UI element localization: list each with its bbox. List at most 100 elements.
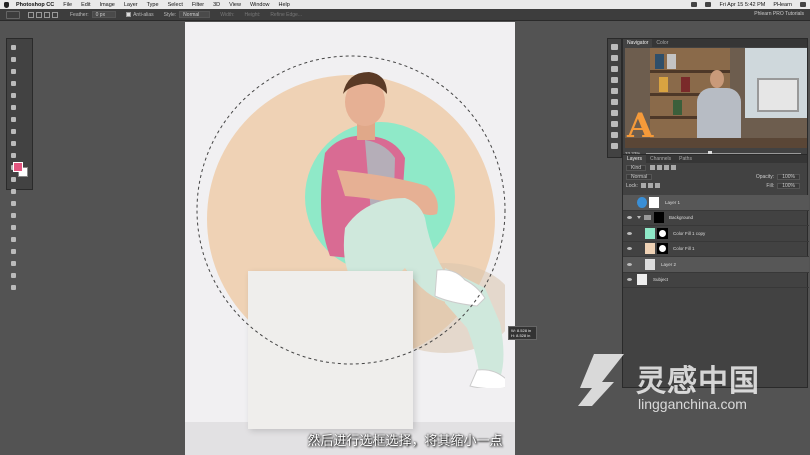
- blend-mode-select[interactable]: Normal: [626, 173, 653, 180]
- dodge-tool-icon[interactable]: [9, 200, 18, 208]
- spotlight-icon[interactable]: [800, 2, 806, 7]
- menu-bar: Photoshop CC File Edit Image Layer Type …: [0, 0, 810, 9]
- history-brush-tool-icon[interactable]: [9, 152, 18, 160]
- layer-visibility-eye-icon[interactable]: [627, 201, 632, 204]
- brush-tool-icon[interactable]: [9, 128, 18, 136]
- marquee-tool-preset-icon[interactable]: [6, 10, 20, 19]
- navigator-preview-webcam[interactable]: A: [625, 48, 807, 148]
- refine-edge-button[interactable]: Refine Edge...: [270, 12, 302, 18]
- move-tool-icon[interactable]: [9, 44, 18, 52]
- layer-row-color-fill-1-copy[interactable]: Color Fill 1 copy: [623, 226, 809, 242]
- filter-pixel-icon[interactable]: [650, 165, 656, 170]
- layer-row-color-fill-1[interactable]: Color Fill 1: [623, 242, 809, 257]
- paragraph-panel-icon[interactable]: [611, 110, 618, 116]
- layer-visibility-eye-icon[interactable]: [627, 247, 632, 251]
- blur-tool-icon[interactable]: [9, 188, 18, 196]
- filter-shape-icon[interactable]: [671, 165, 677, 170]
- marquee-tool-icon[interactable]: [9, 56, 18, 64]
- menu-app-name[interactable]: Photoshop CC: [16, 2, 54, 8]
- layer-row-subject[interactable]: Subject: [623, 273, 809, 288]
- pen-tool-icon[interactable]: [9, 212, 18, 220]
- tab-color[interactable]: Color: [652, 40, 672, 46]
- gradient-tool-icon[interactable]: [9, 176, 18, 184]
- workspace-name[interactable]: Phlearn PRO Tutorials: [754, 11, 804, 17]
- actions-panel-icon[interactable]: [611, 55, 618, 61]
- foreground-color-swatch[interactable]: [13, 162, 23, 172]
- crop-tool-icon[interactable]: [9, 92, 18, 100]
- adjustments-panel-icon[interactable]: [611, 77, 618, 83]
- healing-tool-icon[interactable]: [9, 116, 18, 124]
- menu-edit[interactable]: Edit: [81, 2, 90, 8]
- shape-tool-icon[interactable]: [9, 248, 18, 256]
- layer-filter-kind[interactable]: Kind: [626, 164, 647, 171]
- group-disclosure-icon[interactable]: [637, 216, 641, 220]
- lasso-tool-icon[interactable]: [9, 68, 18, 76]
- transform-size-readout: W: 8.528 in H: 8.528 in: [508, 326, 537, 340]
- layer-row-layer-1[interactable]: Layer 1: [623, 195, 809, 211]
- style-select[interactable]: Normal: [179, 11, 211, 18]
- styles-panel-icon[interactable]: [611, 121, 618, 127]
- clone-stamp-tool-icon[interactable]: [9, 140, 18, 148]
- menu-3d[interactable]: 3D: [213, 2, 220, 8]
- quick-select-tool-icon[interactable]: [9, 80, 18, 88]
- menu-view[interactable]: View: [229, 2, 241, 8]
- filter-type-icon[interactable]: [664, 165, 670, 170]
- fill-input[interactable]: 100%: [777, 182, 800, 189]
- layer-visibility-eye-icon[interactable]: [627, 262, 632, 266]
- layer-visibility-eye-icon[interactable]: [627, 278, 632, 282]
- filter-adjustment-icon[interactable]: [657, 165, 663, 170]
- type-tool-icon[interactable]: [9, 224, 18, 232]
- menu-file[interactable]: File: [63, 2, 72, 8]
- layer-mask-thumbnail: [657, 227, 668, 239]
- lock-all-icon[interactable]: [654, 183, 660, 188]
- layer-name: Color Fill 1 copy: [673, 230, 706, 236]
- menu-window[interactable]: Window: [250, 2, 270, 8]
- menu-image[interactable]: Image: [100, 2, 115, 8]
- lock-position-icon[interactable]: [647, 183, 653, 188]
- battery-icon[interactable]: [705, 2, 712, 7]
- tab-channels[interactable]: Channels: [646, 156, 675, 162]
- menu-type[interactable]: Type: [147, 2, 159, 8]
- layer-row-background-group[interactable]: Background: [623, 211, 809, 226]
- menu-select[interactable]: Select: [168, 2, 183, 8]
- subtract-selection-icon[interactable]: [44, 11, 50, 18]
- intersect-selection-icon[interactable]: [52, 11, 58, 18]
- apple-icon[interactable]: [4, 1, 9, 8]
- tab-navigator[interactable]: Navigator: [623, 39, 653, 47]
- more-tools-icon[interactable]: [9, 284, 18, 292]
- path-select-tool-icon[interactable]: [9, 236, 18, 244]
- document-canvas[interactable]: [185, 22, 515, 455]
- menu-user[interactable]: PHearn: [773, 2, 792, 8]
- info-panel-icon[interactable]: [611, 143, 618, 149]
- brush-panel-icon[interactable]: [611, 88, 618, 94]
- layer-visibility-eye-icon[interactable]: [627, 216, 632, 220]
- eyedropper-tool-icon[interactable]: [9, 104, 18, 112]
- feather-input[interactable]: 0 px: [91, 11, 117, 18]
- menu-filter[interactable]: Filter: [192, 2, 204, 8]
- add-selection-icon[interactable]: [36, 11, 42, 18]
- character-panel-icon[interactable]: [611, 99, 618, 105]
- menu-datetime[interactable]: Fri Apr 15 5:42 PM: [719, 2, 765, 8]
- layer-mask-thumbnail: [657, 243, 668, 255]
- history-panel-icon[interactable]: [611, 44, 618, 50]
- new-selection-icon[interactable]: [28, 11, 34, 18]
- elliptical-selection-marquee[interactable]: [185, 22, 515, 455]
- swatches-panel-icon[interactable]: [611, 132, 618, 138]
- zoom-tool-icon[interactable]: [9, 272, 18, 280]
- properties-panel-icon[interactable]: [611, 66, 618, 72]
- width-label: Width:: [220, 11, 235, 18]
- menu-help[interactable]: Help: [279, 2, 290, 8]
- layer-row-layer-2[interactable]: Layer 2: [623, 257, 809, 273]
- layer-visibility-eye-icon[interactable]: [627, 231, 632, 235]
- wifi-icon[interactable]: [691, 2, 698, 7]
- folder-icon: [644, 215, 651, 221]
- hand-tool-icon[interactable]: [9, 260, 18, 268]
- lock-pixels-icon[interactable]: [640, 183, 646, 188]
- anti-alias-checkbox[interactable]: [126, 12, 132, 17]
- opacity-input[interactable]: 100%: [777, 173, 800, 180]
- tab-layers[interactable]: Layers: [623, 155, 647, 163]
- layer-mask-thumbnail: [649, 196, 659, 208]
- tab-paths[interactable]: Paths: [675, 156, 696, 162]
- menu-layer[interactable]: Layer: [124, 2, 138, 8]
- watermark-chinese-text: 灵感中国: [636, 364, 760, 399]
